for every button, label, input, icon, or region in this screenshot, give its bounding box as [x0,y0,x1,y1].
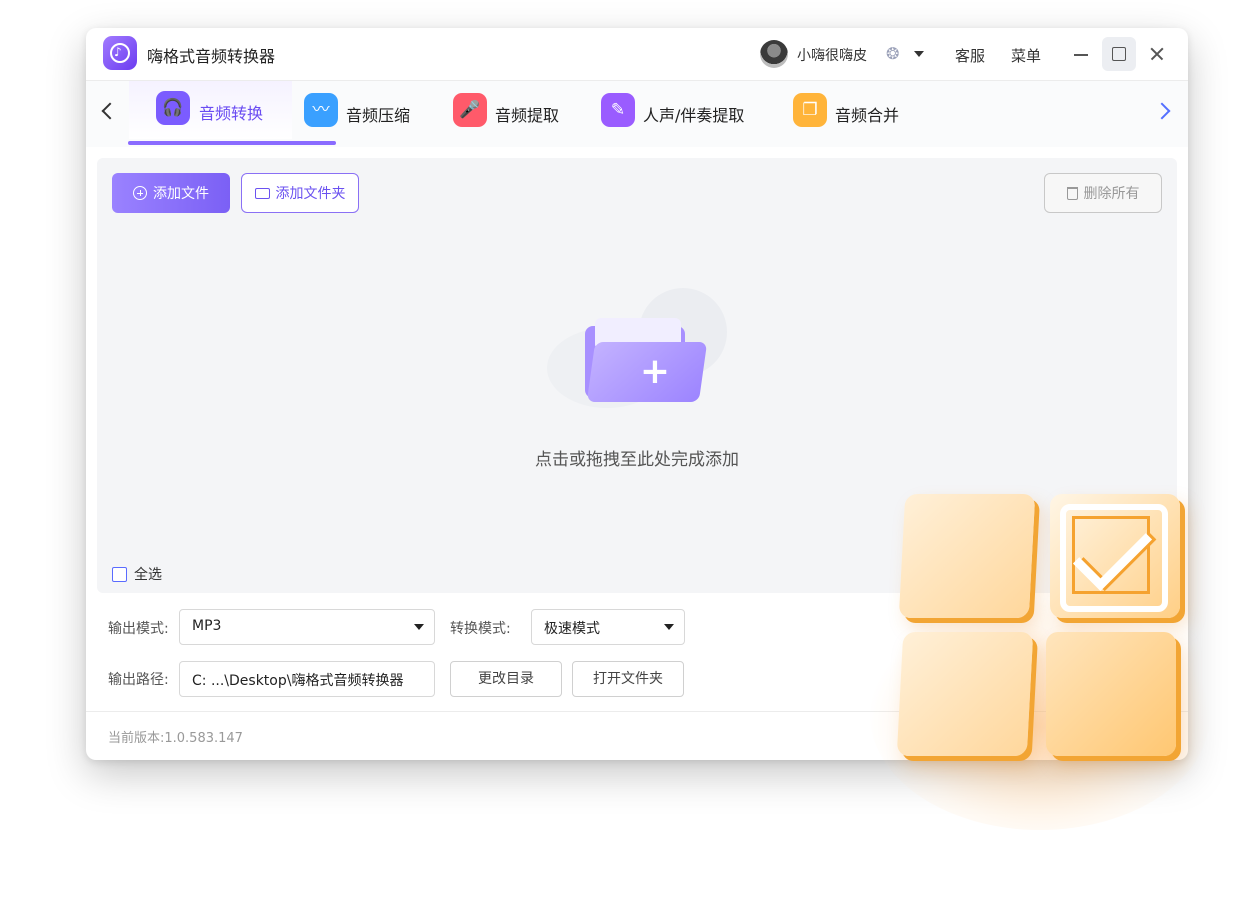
maximize-button[interactable] [1102,37,1136,71]
change-directory-button[interactable]: 更改目录 [450,661,562,697]
feature-tabs: 🎧 音频转换 〰 音频压缩 🎤 音频提取 ✎ 人声/伴奏提取 ❐ 音频合并 [86,81,1188,147]
user-dropdown-icon[interactable] [914,51,924,57]
add-file-button[interactable]: 添加文件 [112,173,230,213]
user-name[interactable]: 小嗨很嗨皮 [797,45,867,65]
add-file-label: 添加文件 [153,186,209,202]
close-button[interactable] [1140,37,1174,71]
tab-vocal-extract[interactable]: ✎ 人声/伴奏提取 [601,87,771,145]
tab-audio-convert[interactable]: 🎧 音频转换 [129,81,292,139]
app-logo-icon: ♪ [103,36,137,70]
convert-mode-value: 极速模式 [544,621,600,637]
tab-audio-merge[interactable]: ❐ 音频合并 [793,87,923,145]
select-all-control[interactable]: 全选 [112,564,162,584]
customer-service-link[interactable]: 客服 [955,45,985,66]
merge-icon: ❐ [793,93,827,127]
chevron-down-icon [664,624,674,630]
open-folder-button[interactable]: 打开文件夹 [572,661,684,697]
tabs-next-icon[interactable] [1153,102,1171,120]
delete-all-button[interactable]: 删除所有 [1044,173,1162,213]
tab-label: 音频压缩 [346,106,411,125]
title-bar: ♪ 嗨格式音频转换器 小嗨很嗨皮 ❂ 客服 菜单 [86,28,1188,81]
active-tab-indicator [128,141,336,145]
tabs-prev-icon[interactable] [101,102,119,120]
select-all-checkbox[interactable] [112,566,127,582]
microphone-icon: 🎤 [453,93,487,127]
output-path-value: C: ...\Desktop\嗨格式音频转换器 [192,673,404,689]
tab-label: 音频合并 [835,106,900,125]
chevron-down-icon [414,624,424,630]
add-folder-label: 添加文件夹 [275,186,346,202]
tab-audio-compress[interactable]: 〰 音频压缩 [304,87,434,145]
vip-badge-icon[interactable]: ❂ [886,45,904,63]
output-path-field[interactable]: C: ...\Desktop\嗨格式音频转换器 [179,661,435,697]
select-all-label: 全选 [134,567,162,583]
output-path-label: 输出路径: [108,672,169,688]
tab-label: 音频转换 [199,104,264,123]
tab-label: 音频提取 [495,106,560,125]
vocal-icon: ✎ [601,93,635,127]
add-folder-illustration-icon[interactable]: + [547,288,737,418]
decorative-check-tiles-icon [870,480,1210,830]
waveform-icon: 〰 [304,93,338,127]
minimize-button[interactable] [1064,37,1098,71]
trash-icon [1066,186,1078,200]
folder-icon [254,187,270,199]
convert-mode-select[interactable]: 极速模式 [531,609,685,645]
version-text: 当前版本:1.0.583.147 [108,731,243,746]
user-avatar[interactable] [760,40,788,68]
add-folder-button[interactable]: 添加文件夹 [241,173,359,213]
add-circle-icon [133,186,147,200]
app-title: 嗨格式音频转换器 [147,47,276,66]
headphones-icon: 🎧 [156,91,190,125]
tab-audio-extract[interactable]: 🎤 音频提取 [453,87,583,145]
output-format-select[interactable]: MP3 [179,609,435,645]
drop-hint-text: 点击或拖拽至此处完成添加 [535,450,739,470]
output-format-value: MP3 [192,618,222,634]
output-mode-label: 输出模式: [108,621,169,637]
tab-label: 人声/伴奏提取 [643,106,745,125]
delete-all-label: 删除所有 [1083,186,1140,202]
convert-mode-label: 转换模式: [450,621,511,637]
menu-link[interactable]: 菜单 [1011,45,1041,66]
